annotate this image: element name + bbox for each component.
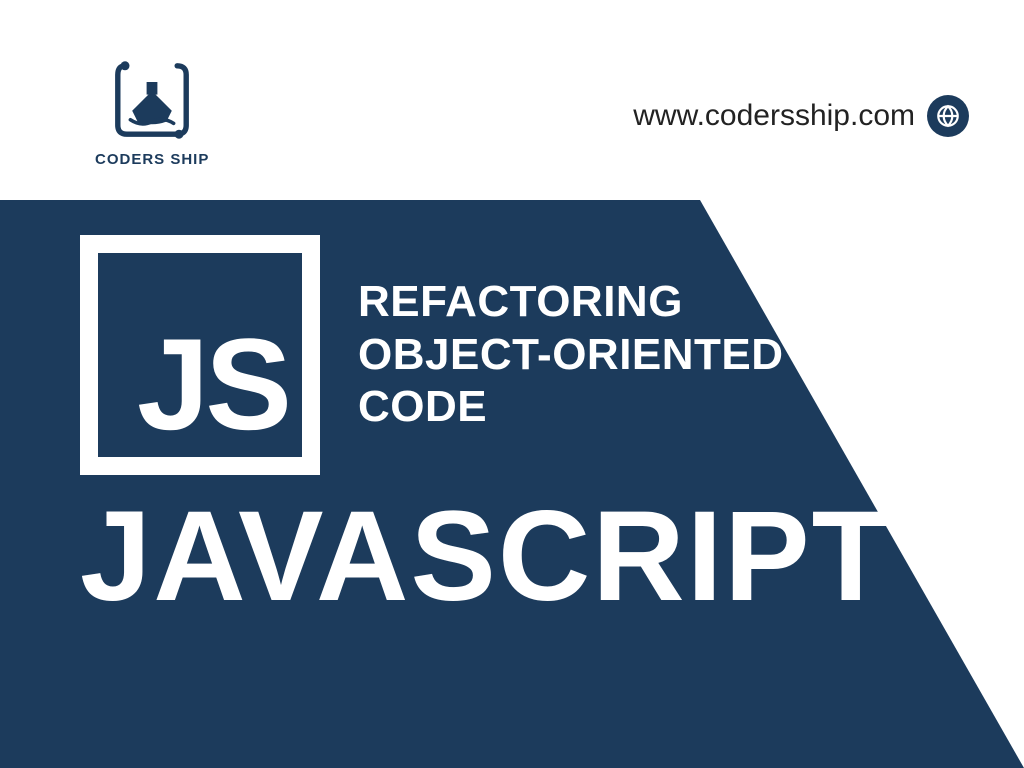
website-url: www.codersship.com xyxy=(633,99,915,133)
subtitle-line: CODE xyxy=(358,381,784,434)
js-badge-icon: JS xyxy=(80,235,320,475)
hero-subtitle: REFACTORING OBJECT-ORIENTED CODE xyxy=(358,276,784,434)
brand-name: CODERS SHIP xyxy=(95,151,209,168)
subtitle-line: OBJECT-ORIENTED xyxy=(358,329,784,382)
hero-banner: JS REFACTORING OBJECT-ORIENTED CODE JAVA… xyxy=(0,200,1024,768)
hero-content: JS REFACTORING OBJECT-ORIENTED CODE JAVA… xyxy=(80,235,984,621)
js-label: JS xyxy=(137,319,288,449)
brand-logo: CODERS SHIP xyxy=(95,55,209,168)
globe-icon xyxy=(927,95,969,137)
subtitle-line: REFACTORING xyxy=(358,276,784,329)
hero-row: JS REFACTORING OBJECT-ORIENTED CODE xyxy=(80,235,984,475)
hero-title: JAVASCRIPT xyxy=(80,493,984,621)
website-url-block: www.codersship.com xyxy=(633,95,969,137)
ship-logo-icon xyxy=(107,55,197,145)
header: CODERS SHIP www.codersship.com xyxy=(0,0,1024,200)
